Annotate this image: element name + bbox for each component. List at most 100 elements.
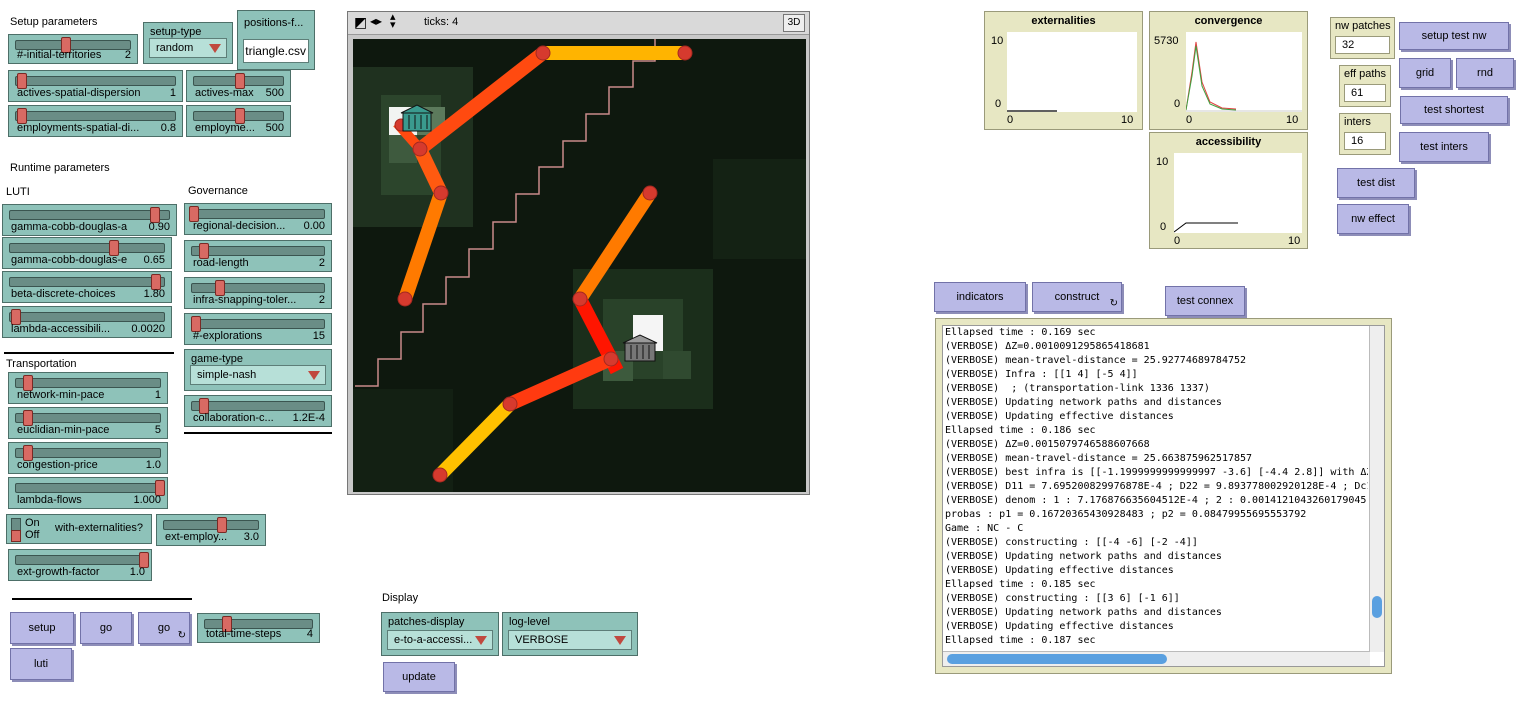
- dropdown-arrow-icon: [614, 636, 626, 645]
- plot-xmin: 0: [1186, 114, 1193, 126]
- world-toolbar: ◩ ◂▸ ▴ ▾ ticks: 4 3D: [348, 12, 809, 35]
- slider-value: 0.00: [303, 220, 325, 232]
- output-line: Game : NC - C: [945, 523, 1024, 534]
- chooser-value: VERBOSE: [515, 634, 569, 646]
- monitor-name: eff paths: [1344, 68, 1386, 80]
- setup-button[interactable]: setup: [10, 612, 74, 644]
- infra-snapping-slider[interactable]: infra-snapping-toler... 2: [184, 277, 332, 309]
- log-level-chooser[interactable]: log-level VERBOSE: [502, 612, 638, 656]
- chooser-value: simple-nash: [197, 369, 257, 381]
- lambda-flows-slider[interactable]: lambda-flows 1.000: [8, 477, 168, 509]
- test-shortest-button[interactable]: test shortest: [1400, 96, 1508, 124]
- transportation-section-label: Transportation: [6, 358, 77, 370]
- output-line: (VERBOSE) Updating network paths and dis…: [945, 551, 1222, 562]
- construct-button[interactable]: construct ↻: [1032, 282, 1122, 312]
- slider-name: euclidian-min-pace: [17, 424, 110, 436]
- patches-display-chooser[interactable]: patches-display e-to-a-accessi...: [381, 612, 499, 656]
- output-line: Ellapsed time : 0.185 sec: [945, 579, 1096, 590]
- forever-icon: ↻: [1109, 298, 1118, 309]
- horizontal-scrollbar[interactable]: [943, 651, 1370, 666]
- move-horizontal-icon[interactable]: ◂▸: [370, 14, 382, 28]
- gamma-e-slider[interactable]: gamma-cobb-douglas-e 0.65: [2, 237, 172, 269]
- employments-dispersion-slider[interactable]: employments-spatial-di... 0.8: [8, 105, 183, 137]
- explorations-slider[interactable]: #-explorations 15: [184, 313, 332, 345]
- test-inters-button[interactable]: test inters: [1399, 132, 1489, 162]
- dropdown-arrow-icon: [209, 44, 221, 53]
- switch-name: with-externalities?: [55, 522, 144, 534]
- plot-title: accessibility: [1195, 136, 1262, 148]
- positions-file-input[interactable]: positions-f... triangle.csv: [237, 10, 315, 70]
- monitor-name: inters: [1344, 116, 1371, 128]
- inters-monitor: inters 16: [1339, 113, 1391, 155]
- output-text-area[interactable]: Ellapsed time : 0.169 sec (VERBOSE) ΔZ=0.…: [942, 325, 1385, 667]
- output-line: (VERBOSE) ΔZ=0.0015079746588607668: [945, 439, 1150, 450]
- network-node: [432, 467, 448, 483]
- grid-button[interactable]: grid: [1399, 58, 1451, 88]
- collaboration-slider[interactable]: collaboration-c... 1.2E-4: [184, 395, 332, 427]
- ext-growth-factor-slider[interactable]: ext-growth-factor 1.0: [8, 549, 152, 581]
- network-node: [433, 185, 449, 201]
- go-forever-button[interactable]: go ↻: [138, 612, 190, 644]
- initial-territories-slider[interactable]: #-initial-territories 2: [8, 34, 138, 64]
- beta-slider[interactable]: beta-discrete-choices 1.80: [2, 271, 172, 303]
- plot-xmax: 10: [1288, 235, 1301, 247]
- nw-effect-button[interactable]: nw effect: [1337, 204, 1409, 234]
- regional-decision-slider[interactable]: regional-decision... 0.00: [184, 203, 332, 235]
- slider-value: 1.80: [143, 288, 165, 300]
- resize-icon[interactable]: ◩: [354, 14, 367, 31]
- test-connex-button[interactable]: test connex: [1165, 286, 1245, 316]
- runtime-parameters-label: Runtime parameters: [10, 162, 110, 174]
- slider-name: employments-spatial-di...: [17, 122, 140, 134]
- network-node: [535, 45, 551, 61]
- slider-value: 2: [318, 257, 325, 269]
- output-line: Ellapsed time : 0.169 sec: [945, 327, 1096, 338]
- actives-dispersion-slider[interactable]: actives-spatial-dispersion 1: [8, 70, 183, 102]
- chooser-value: random: [156, 42, 194, 54]
- scrollbar-thumb[interactable]: [1372, 596, 1382, 618]
- scrollbar-thumb[interactable]: [947, 654, 1167, 664]
- network-min-pace-slider[interactable]: network-min-pace 1: [8, 372, 168, 404]
- indicators-button[interactable]: indicators: [934, 282, 1026, 312]
- display-section-label: Display: [382, 592, 419, 604]
- congestion-price-slider[interactable]: congestion-price 1.0: [8, 442, 168, 474]
- input-value[interactable]: triangle.csv: [245, 44, 306, 58]
- update-button[interactable]: update: [383, 662, 455, 692]
- vertical-scrollbar[interactable]: [1369, 326, 1384, 652]
- switch-thumb[interactable]: [11, 530, 21, 542]
- slider-name: actives-spatial-dispersion: [17, 87, 141, 99]
- world-canvas[interactable]: [353, 39, 806, 492]
- euclidian-min-pace-slider[interactable]: euclidian-min-pace 5: [8, 407, 168, 439]
- slider-value: 0.90: [148, 221, 170, 233]
- employments-max-slider[interactable]: employme... 500: [186, 105, 291, 137]
- lambda-accessibility-slider[interactable]: lambda-accessibili... 0.0020: [2, 306, 172, 338]
- slider-value: 1.000: [133, 494, 161, 506]
- output-line: (VERBOSE) Infra : [[1 4] [-5 4]]: [945, 369, 1138, 380]
- luti-button[interactable]: luti: [10, 648, 72, 680]
- eff-paths-monitor: eff paths 61: [1339, 65, 1391, 107]
- go-button[interactable]: go: [80, 612, 132, 644]
- actives-max-slider[interactable]: actives-max 500: [186, 70, 291, 102]
- gamma-a-slider[interactable]: gamma-cobb-douglas-a 0.90: [2, 204, 177, 236]
- output-line: (VERBOSE) mean-travel-distance = 25.9277…: [945, 355, 1247, 366]
- chooser-name: patches-display: [388, 616, 465, 628]
- slider-name: #-explorations: [193, 330, 263, 342]
- dropdown-arrow-icon: [308, 371, 320, 380]
- game-type-chooser[interactable]: game-type simple-nash: [184, 349, 332, 391]
- road-length-slider[interactable]: road-length 2: [184, 240, 332, 272]
- rnd-button[interactable]: rnd: [1456, 58, 1514, 88]
- ext-employ-slider[interactable]: ext-employ... 3.0: [156, 514, 266, 546]
- network-node: [397, 291, 413, 307]
- with-externalities-switch[interactable]: On Off with-externalities?: [6, 514, 152, 544]
- total-time-steps-slider[interactable]: total-time-steps 4: [197, 613, 320, 643]
- divider: [12, 598, 192, 600]
- setup-test-nw-button[interactable]: setup test nw: [1399, 22, 1509, 50]
- output-line: (VERBOSE) ; (transportation-link 1336 13…: [945, 383, 1210, 394]
- setup-type-chooser[interactable]: setup-type random: [143, 22, 233, 64]
- monitor-value: 16: [1344, 132, 1386, 150]
- accessibility-plot: accessibility 10 0 0 10: [1149, 132, 1308, 249]
- test-dist-button[interactable]: test dist: [1337, 168, 1415, 198]
- move-vertical-icon[interactable]: ▴ ▾: [390, 12, 396, 31]
- slider-value: 1: [154, 389, 161, 401]
- 3d-button[interactable]: 3D: [783, 14, 805, 32]
- slider-name: employme...: [195, 122, 255, 134]
